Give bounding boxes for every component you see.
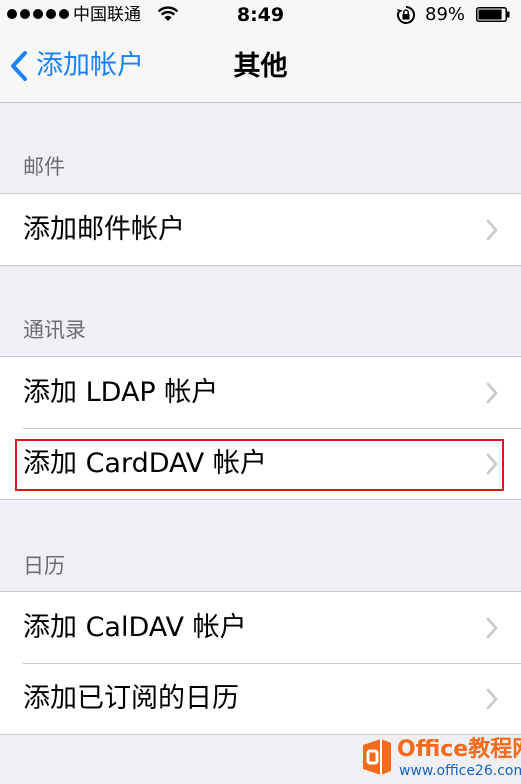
back-button[interactable]: 添加帐户 <box>8 44 144 88</box>
settings-group-calendar: 添加 CalDAV 帐户 添加已订阅的日历 <box>0 591 521 735</box>
section-header-mail: 邮件 <box>23 155 65 179</box>
add-carddav-account-row[interactable]: 添加 CardDAV 帐户 <box>0 428 521 499</box>
chevron-right-icon <box>486 688 498 709</box>
battery-percent: 89% <box>425 4 466 25</box>
row-label: 添加邮件帐户 <box>23 213 185 245</box>
add-mail-account-row[interactable]: 添加邮件帐户 <box>0 194 521 265</box>
chevron-right-icon <box>486 617 498 638</box>
watermark-url: www.office26.com <box>399 763 521 779</box>
settings-group-mail: 添加邮件帐户 <box>0 193 521 266</box>
section-header-calendar: 日历 <box>23 554 65 578</box>
row-label: 添加 LDAP 帐户 <box>23 376 219 408</box>
add-ldap-account-row[interactable]: 添加 LDAP 帐户 <box>0 357 521 428</box>
back-button-label: 添加帐户 <box>36 50 144 81</box>
chevron-right-icon <box>486 382 498 403</box>
settings-group-contacts: 添加 LDAP 帐户 添加 CardDAV 帐户 <box>0 356 521 500</box>
section-header-contacts: 通讯录 <box>23 318 86 342</box>
chevron-left-icon <box>11 51 27 81</box>
row-label: 添加 CardDAV 帐户 <box>23 447 267 479</box>
chevron-right-icon <box>486 219 498 240</box>
rotation-lock-icon <box>397 6 415 24</box>
navigation-bar: 添加帐户 其他 <box>0 30 521 103</box>
add-subscribed-calendar-row[interactable]: 添加已订阅的日历 <box>0 663 521 734</box>
office-logo-icon <box>363 739 391 775</box>
row-label: 添加 CalDAV 帐户 <box>23 611 247 643</box>
watermark: Office教程网 www.office26.com <box>355 734 521 784</box>
row-label: 添加已订阅的日历 <box>23 682 239 714</box>
watermark-title: Office教程网 <box>397 737 521 762</box>
page-title: 其他 <box>233 51 288 82</box>
battery-icon <box>476 7 510 22</box>
status-bar: 中国联通 8:49 89% <box>0 0 521 30</box>
add-caldav-account-row[interactable]: 添加 CalDAV 帐户 <box>0 592 521 663</box>
chevron-right-icon <box>486 453 498 474</box>
